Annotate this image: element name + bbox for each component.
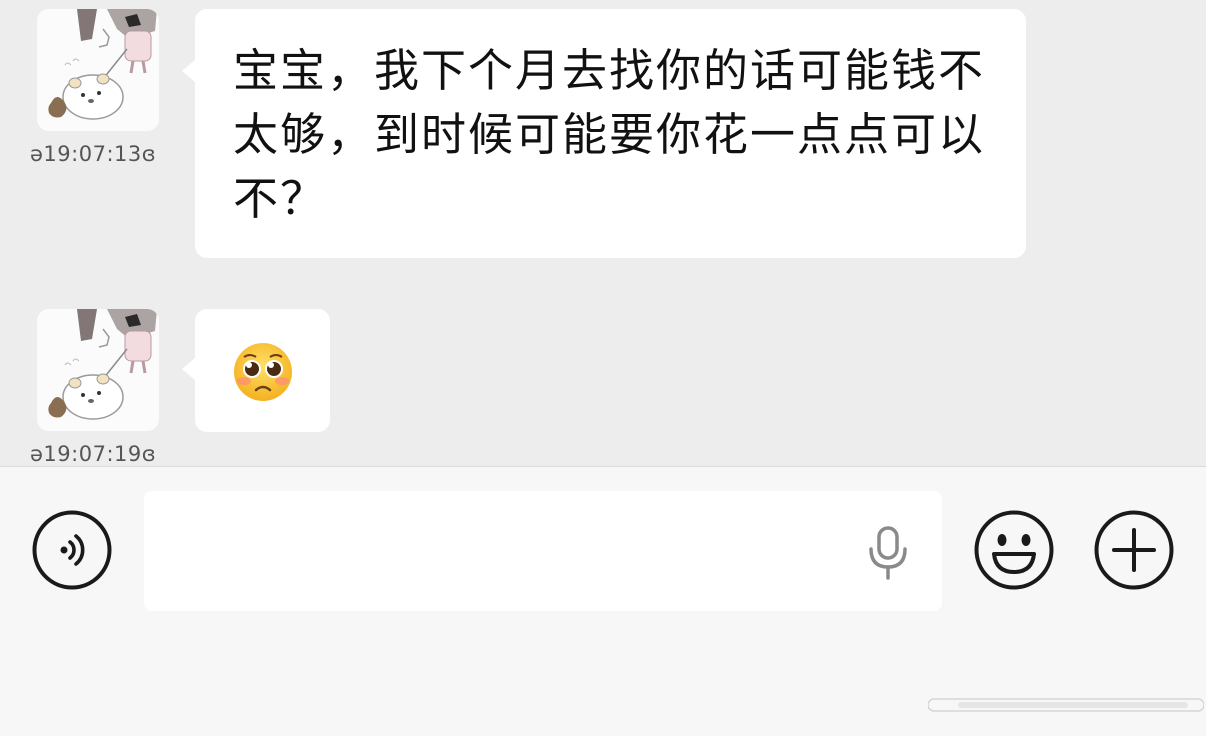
add-button[interactable] — [1094, 510, 1174, 590]
watermark-graphic — [928, 698, 1204, 712]
voice-icon — [32, 510, 112, 590]
chat-message-area: ə19:07:13ɞ 宝宝，我下个月去找你的话可能钱不太够，到时候可能要你花一点… — [0, 0, 1206, 466]
pleading-face-emoji — [234, 343, 292, 401]
message-input[interactable] — [144, 491, 942, 611]
avatar[interactable] — [37, 309, 159, 431]
message-bubble[interactable] — [182, 309, 330, 432]
microphone-icon[interactable] — [866, 525, 910, 581]
message-timestamp: ə19:07:13ɞ — [30, 142, 157, 166]
chat-input-bar — [0, 466, 1206, 736]
avatar[interactable] — [37, 9, 159, 131]
voice-button[interactable] — [32, 510, 112, 590]
emoji-button[interactable] — [974, 510, 1054, 590]
plus-icon — [1094, 510, 1174, 590]
message-timestamp: ə19:07:19ɞ — [30, 442, 157, 466]
message-bubble[interactable]: 宝宝，我下个月去找你的话可能钱不太够，到时候可能要你花一点点可以不？ — [182, 9, 1026, 258]
message-text: 宝宝，我下个月去找你的话可能钱不太够，到时候可能要你花一点点可以不？ — [233, 44, 986, 225]
smiley-face-icon — [974, 510, 1054, 590]
